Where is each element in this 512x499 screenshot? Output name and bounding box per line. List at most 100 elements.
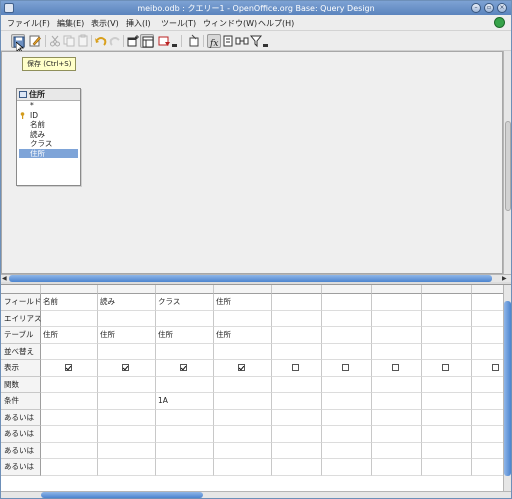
grid-cell[interactable]: [98, 459, 156, 476]
grid-cell[interactable]: [156, 376, 214, 393]
grid-cell[interactable]: [322, 343, 372, 360]
grid-cell[interactable]: [422, 459, 472, 476]
grid-cell[interactable]: [472, 426, 503, 443]
grid-cell[interactable]: [422, 409, 472, 426]
grid-cell[interactable]: [156, 459, 214, 476]
criteria-cell[interactable]: [214, 393, 272, 410]
criteria-cell[interactable]: [322, 393, 372, 410]
grid-cell[interactable]: [472, 410, 503, 426]
clear-query-button[interactable]: [187, 34, 201, 48]
grid-cell[interactable]: [41, 310, 98, 327]
run-dropdown-arrow[interactable]: [172, 44, 177, 47]
scrollbar-thumb[interactable]: [9, 275, 492, 282]
grid-cell[interactable]: [272, 310, 322, 327]
undo-button[interactable]: [94, 34, 108, 48]
grid-cell[interactable]: [422, 426, 472, 443]
cut-button[interactable]: [48, 34, 62, 48]
field-cell[interactable]: [422, 294, 472, 311]
column-header[interactable]: [322, 285, 372, 294]
design-vertical-scrollbar[interactable]: [503, 51, 511, 274]
table-cell[interactable]: [422, 327, 472, 344]
field-cell[interactable]: 名前: [41, 294, 98, 311]
grid-cell[interactable]: [472, 344, 503, 360]
table-cell[interactable]: [272, 327, 322, 344]
visible-checkbox[interactable]: [442, 364, 449, 371]
column-header[interactable]: [472, 285, 503, 294]
field-cell[interactable]: 住所: [214, 294, 272, 311]
redo-button[interactable]: [108, 34, 122, 48]
grid-cell[interactable]: [214, 442, 272, 459]
grid-cell[interactable]: [156, 343, 214, 360]
field-cell[interactable]: [372, 294, 422, 311]
grid-cell[interactable]: [214, 343, 272, 360]
scroll-left-icon[interactable]: ◀: [2, 275, 7, 282]
grid-cell[interactable]: [272, 459, 322, 476]
field-cell[interactable]: [472, 294, 503, 311]
field-cell[interactable]: [322, 294, 372, 311]
design-view-toggle[interactable]: [140, 34, 154, 48]
grid-cell[interactable]: [372, 343, 422, 360]
grid-cell[interactable]: [372, 459, 422, 476]
grid-cell[interactable]: [41, 442, 98, 459]
grid-cell[interactable]: [422, 442, 472, 459]
grid-cell[interactable]: [372, 442, 422, 459]
grid-cell[interactable]: [322, 442, 372, 459]
grid-cell[interactable]: [322, 409, 372, 426]
functions-toggle[interactable]: fx: [207, 34, 221, 49]
query-criteria-grid[interactable]: フィールド 名前 読み クラス 住所 エイリアス テーブル 住所 住所 住所 住所 並べ替え 表示 関数条…: [1, 285, 503, 491]
column-header[interactable]: [156, 285, 214, 294]
visible-cell[interactable]: [272, 360, 322, 377]
visible-cell[interactable]: [214, 360, 272, 377]
grid-cell[interactable]: [214, 376, 272, 393]
grid-cell[interactable]: [41, 376, 98, 393]
grid-cell[interactable]: [472, 377, 503, 393]
grid-cell[interactable]: [41, 426, 98, 443]
visible-checkbox[interactable]: [122, 364, 129, 371]
scrollbar-thumb[interactable]: [504, 301, 511, 476]
grid-cell[interactable]: [472, 443, 503, 459]
visible-checkbox[interactable]: [238, 364, 245, 371]
visible-checkbox[interactable]: [64, 364, 72, 371]
visible-cell[interactable]: [98, 360, 156, 377]
criteria-cell[interactable]: [272, 393, 322, 410]
field-item-reading[interactable]: 読み: [17, 130, 80, 140]
grid-cell[interactable]: [472, 311, 503, 327]
grid-cell[interactable]: [98, 376, 156, 393]
grid-cell[interactable]: [156, 310, 214, 327]
table-cell[interactable]: [322, 327, 372, 344]
alias-toggle[interactable]: [235, 34, 249, 48]
add-tables-button[interactable]: [126, 34, 140, 48]
grid-cell[interactable]: [272, 376, 322, 393]
column-header[interactable]: [41, 285, 98, 294]
grid-cell[interactable]: [98, 409, 156, 426]
grid-cell[interactable]: [41, 409, 98, 426]
grid-cell[interactable]: [214, 310, 272, 327]
grid-cell[interactable]: [156, 442, 214, 459]
grid-cell[interactable]: [322, 426, 372, 443]
column-header[interactable]: [98, 285, 156, 294]
close-button[interactable]: ×: [497, 3, 507, 13]
grid-cell[interactable]: [272, 442, 322, 459]
criteria-cell[interactable]: [41, 393, 98, 410]
criteria-cell[interactable]: [422, 393, 472, 410]
menu-edit[interactable]: 編集(E): [57, 18, 84, 29]
table-design-area[interactable]: 住所 * ID 名前 読み クラス 住所: [1, 51, 503, 274]
visible-cell[interactable]: [41, 360, 98, 377]
visible-cell[interactable]: [422, 360, 472, 377]
grid-cell[interactable]: [272, 343, 322, 360]
menu-window[interactable]: ウィンドウ(W): [203, 18, 257, 29]
column-header[interactable]: [422, 285, 472, 294]
grid-cell[interactable]: [272, 409, 322, 426]
field-item-id[interactable]: ID: [17, 111, 80, 121]
grid-cell[interactable]: [322, 459, 372, 476]
toolbar-overflow-arrow[interactable]: [263, 44, 268, 47]
minimize-button[interactable]: –: [471, 3, 481, 13]
field-item-name[interactable]: 名前: [17, 120, 80, 130]
field-item-address-selected[interactable]: 住所: [19, 148, 78, 158]
scrollbar-thumb[interactable]: [41, 492, 203, 498]
visible-checkbox[interactable]: [492, 364, 499, 371]
criteria-cell[interactable]: [98, 393, 156, 410]
field-cell[interactable]: クラス: [156, 294, 214, 311]
grid-cell[interactable]: [272, 426, 322, 443]
menu-insert[interactable]: 挿入(I): [126, 18, 151, 29]
